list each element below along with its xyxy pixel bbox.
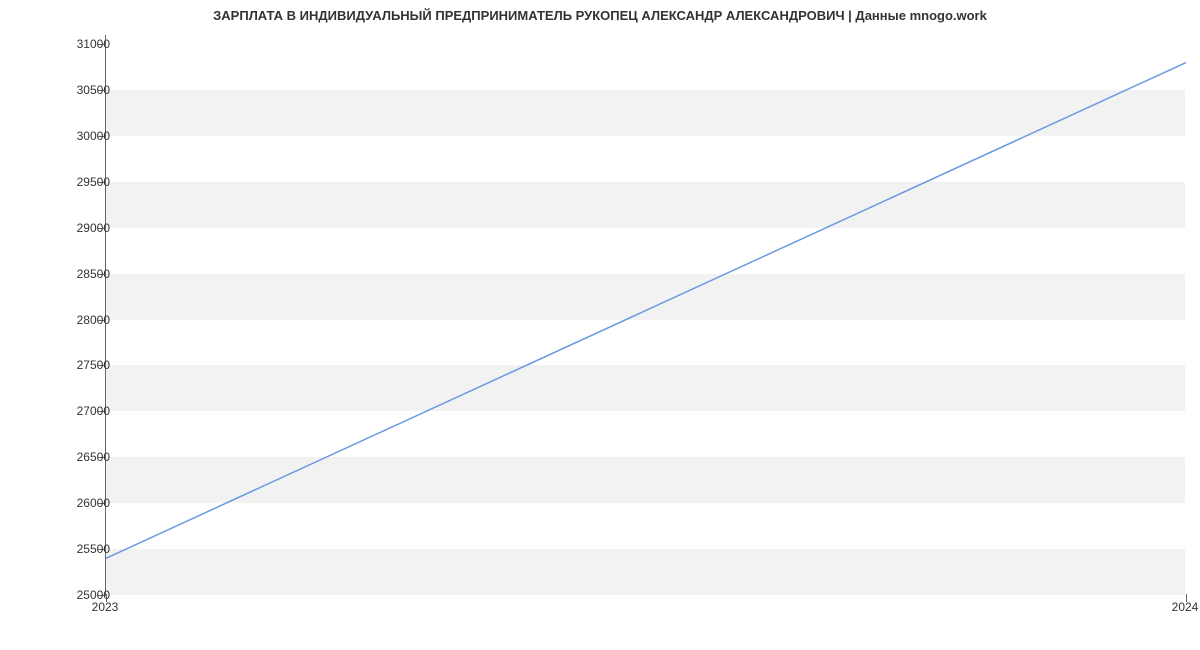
y-axis-label: 30500 bbox=[77, 83, 110, 97]
y-axis-label: 27500 bbox=[77, 358, 110, 372]
y-axis-label: 31000 bbox=[77, 37, 110, 51]
y-axis-label: 27000 bbox=[77, 404, 110, 418]
plot-area bbox=[105, 35, 1185, 595]
line-series bbox=[106, 35, 1186, 595]
chart-container bbox=[105, 35, 1185, 595]
y-axis-label: 26000 bbox=[77, 496, 110, 510]
y-axis-label: 29000 bbox=[77, 221, 110, 235]
y-axis-label: 26500 bbox=[77, 450, 110, 464]
y-axis-label: 29500 bbox=[77, 175, 110, 189]
y-axis-label: 25500 bbox=[77, 542, 110, 556]
y-axis-label: 28500 bbox=[77, 267, 110, 281]
x-axis-label: 2024 bbox=[1172, 600, 1199, 614]
x-axis-label: 2023 bbox=[92, 600, 119, 614]
y-axis-label: 28000 bbox=[77, 313, 110, 327]
chart-title: ЗАРПЛАТА В ИНДИВИДУАЛЬНЫЙ ПРЕДПРИНИМАТЕЛ… bbox=[0, 0, 1200, 23]
y-axis-label: 30000 bbox=[77, 129, 110, 143]
